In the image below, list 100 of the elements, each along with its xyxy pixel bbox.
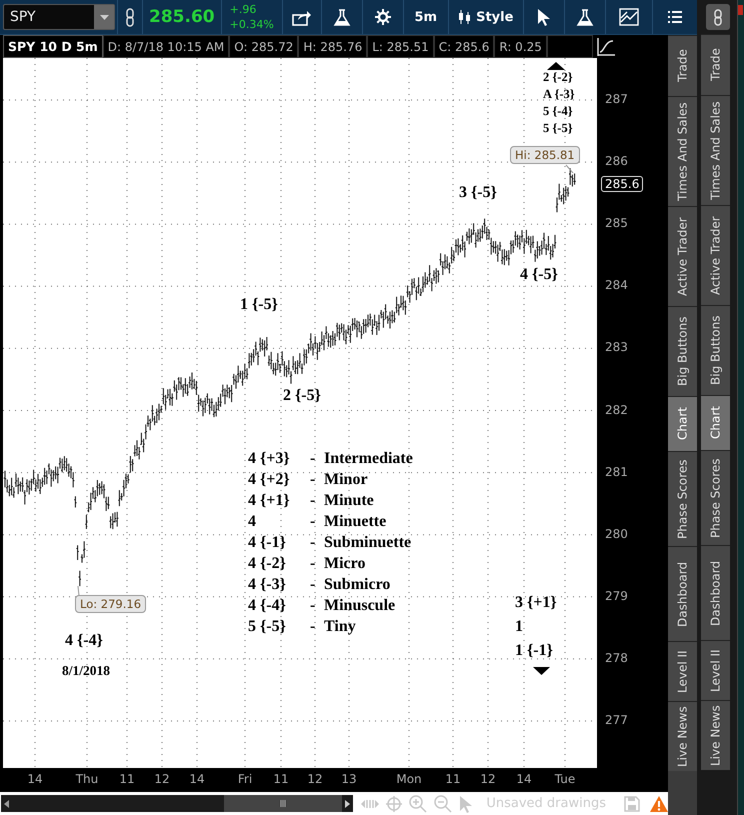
side-tab[interactable]: Chart <box>701 395 730 450</box>
right-arrow-icon[interactable] <box>345 800 350 808</box>
link-button[interactable] <box>706 4 730 30</box>
side-tab[interactable]: Chart <box>668 396 697 451</box>
legend-dash: - <box>310 575 316 594</box>
flask-icon[interactable] <box>332 8 351 26</box>
legend-wave: 4 {-4} <box>248 596 287 615</box>
side-tab[interactable]: Big Buttons <box>668 306 697 396</box>
legend-dash: - <box>310 533 316 552</box>
side-tab[interactable]: Level II <box>701 640 730 700</box>
grip-icon <box>280 800 286 807</box>
side-tab[interactable]: Phase Scores <box>668 451 697 546</box>
wave-label: 2 {-2} <box>543 71 573 85</box>
caret-icon <box>100 14 108 20</box>
legend-degree: Minuette <box>324 512 388 531</box>
time-axis-label: Thu <box>76 772 98 786</box>
time-axis-label: 11 <box>273 772 289 786</box>
price-axis-label: 284 <box>605 278 628 292</box>
time-axis-label: Mon <box>396 772 422 786</box>
legend-dash: - <box>310 554 316 573</box>
price-axis-label: 283 <box>605 340 628 354</box>
studies-icon[interactable] <box>597 38 615 56</box>
wave-label: 3 {-5} <box>459 184 497 202</box>
warning-icon[interactable] <box>650 796 668 812</box>
side-tab[interactable]: Active Trader <box>668 206 697 306</box>
legend-degree: Submicro <box>324 575 392 594</box>
link-icon[interactable] <box>126 8 134 26</box>
wave-label: 5 {-5} <box>543 122 573 136</box>
low-callout: Lo: 279.16 <box>75 595 146 613</box>
price-axis-label: 287 <box>605 92 628 106</box>
time-axis-label: 13 <box>341 772 357 786</box>
high-callout: Hi: 285.81 <box>510 146 580 164</box>
side-tab[interactable]: Times And Sales <box>701 95 730 205</box>
symbol-field[interactable]: SPY <box>3 4 115 30</box>
wave-label: 4 {-4} <box>65 632 103 650</box>
wave-label: 3 {+1} <box>515 594 557 612</box>
time-axis-label: Tue <box>554 772 576 786</box>
price-axis-label: 285 <box>605 216 628 230</box>
scrollbar[interactable] <box>1 795 354 812</box>
time-axis-label: 14 <box>27 772 43 786</box>
time-axis-label: 14 <box>189 772 205 786</box>
legend-degree: Minor <box>324 470 369 489</box>
wave-label: 5 {-4} <box>543 105 573 119</box>
symbol-text: SPY <box>10 9 36 25</box>
wave-label: 8/1/2018 <box>62 664 110 679</box>
time-axis-label: 11 <box>119 772 135 786</box>
menu-icon[interactable] <box>668 11 682 23</box>
side-tab[interactable]: Times And Sales <box>668 96 697 206</box>
wave-label: 4 {-5} <box>520 266 558 284</box>
cursor-icon[interactable] <box>537 8 550 26</box>
legend-dash: - <box>310 512 316 531</box>
price-axis-label: 280 <box>605 526 628 541</box>
ohlc-value: R: 0.25 <box>494 35 547 58</box>
side-tab[interactable]: Phase Scores <box>701 450 730 545</box>
side-tab[interactable]: Dashboard <box>701 545 730 640</box>
settings-icon[interactable] <box>374 9 391 25</box>
wave-label: 1 <box>515 618 523 636</box>
side-tab[interactable]: Live News <box>668 701 697 771</box>
down-triangle-icon <box>533 667 550 675</box>
legend-wave: 5 {-5} <box>248 617 287 636</box>
time-axis-label: Fri <box>238 772 252 786</box>
side-tab[interactable]: Big Buttons <box>701 305 730 395</box>
legend-wave: 4 {-3} <box>248 575 287 594</box>
time-axis-label: 12 <box>154 772 170 786</box>
price-axis-label: 279 <box>605 588 628 603</box>
legend-dash: - <box>310 617 316 636</box>
scroll-thumb[interactable] <box>224 795 342 812</box>
left-arrow-icon[interactable] <box>4 800 9 808</box>
side-tab[interactable]: Level II <box>668 641 697 701</box>
flask-icon[interactable] <box>576 8 594 26</box>
side-tab[interactable]: Dashboard <box>668 546 697 641</box>
side-tab[interactable]: Active Trader <box>701 205 730 305</box>
side-tab[interactable]: Trade <box>701 34 730 95</box>
legend-degree: Subminuette <box>324 533 412 552</box>
ohlc-value: H: 285.76 <box>298 35 368 58</box>
share-icon[interactable] <box>292 8 312 26</box>
legend-dash: - <box>310 596 316 615</box>
legend-degree: Minuscule <box>324 596 396 615</box>
up-triangle-icon <box>547 62 565 70</box>
time-axis-label: 12 <box>307 772 323 786</box>
legend-wave: 4 {+3} <box>248 449 291 468</box>
price-axis-label: 282 <box>605 402 628 416</box>
price-axis-label: 278 <box>605 650 628 665</box>
interval-button[interactable]: 5m <box>402 0 448 34</box>
legend-dash: - <box>310 470 316 489</box>
side-tab[interactable]: Live News <box>701 700 730 770</box>
side-tab[interactable]: Trade <box>668 35 697 96</box>
legend-wave: 4 {+1} <box>248 491 291 510</box>
drawing-tools-icon[interactable] <box>618 8 639 26</box>
link-icon <box>714 8 722 26</box>
chart-title: SPY 10 D 5m <box>3 35 103 58</box>
legend-wave: 4 <box>248 512 257 531</box>
legend-degree: Micro <box>324 554 366 573</box>
leader-line <box>566 164 574 174</box>
legend-dash: - <box>310 491 316 510</box>
leader-line <box>78 586 80 596</box>
dropdown-button[interactable] <box>94 5 114 29</box>
price-axis-label: 286 <box>605 154 628 168</box>
price-axis-label: 281 <box>605 464 628 479</box>
style-button[interactable]: Style <box>448 0 523 34</box>
